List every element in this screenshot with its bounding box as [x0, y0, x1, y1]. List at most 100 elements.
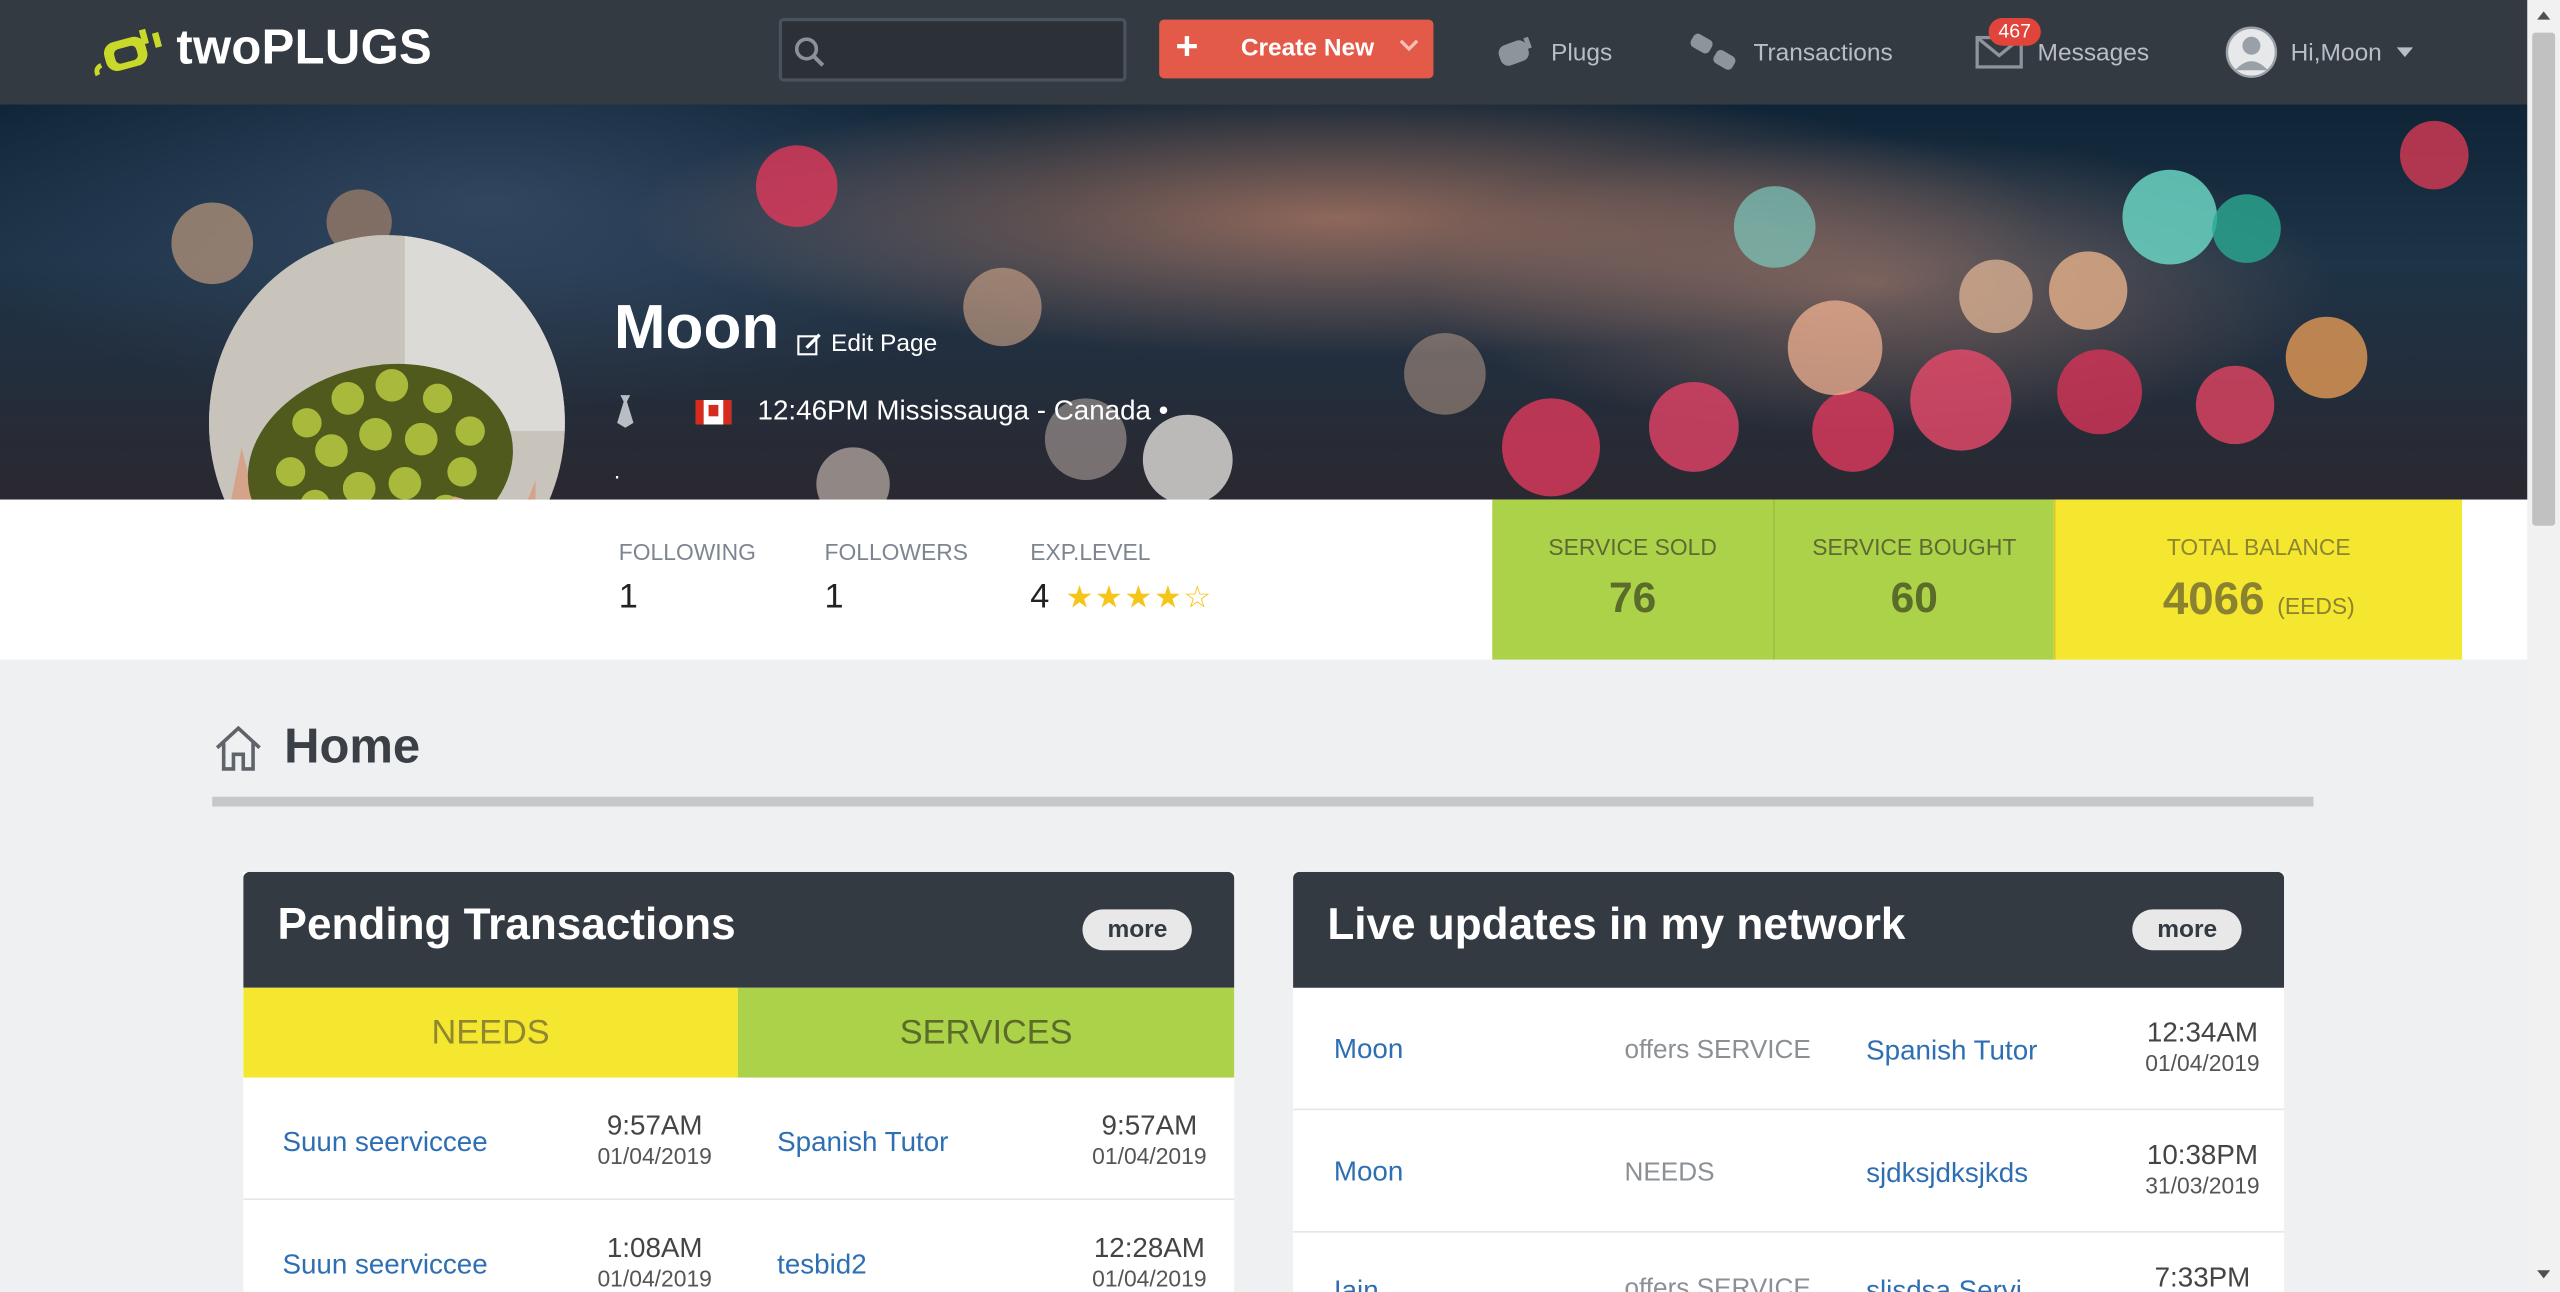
update-action: offers SERVICE [1624, 1275, 1811, 1292]
following-stat[interactable]: FOLLOWING 1 [619, 539, 756, 617]
stats-bar: FOLLOWING 1 FOLLOWERS 1 EXP.LEVEL 4 ★★★★☆… [0, 499, 2528, 660]
service-date: 01/04/2019 [1092, 1142, 1207, 1169]
transactions-icon [1690, 33, 1736, 70]
live-more-button[interactable]: more [2132, 909, 2242, 951]
service-time-value: 12:28AM [1093, 1232, 1205, 1264]
live-title: Live updates in my network [1327, 899, 1906, 949]
create-new-button[interactable]: + Create New [1159, 19, 1434, 79]
nav-messages-label: Messages [2037, 38, 2150, 67]
live-header: Live updates in my network more [1293, 871, 2285, 988]
total-balance-box: TOTAL BALANCE 4066 (EEDS) [2053, 499, 2463, 660]
tie-icon [617, 395, 634, 428]
service-sold-box: SERVICE SOLD 76 [1492, 499, 1774, 660]
scrollbar-thumb[interactable] [2532, 32, 2556, 526]
need-date: 01/04/2019 [597, 1142, 712, 1169]
home-divider [212, 796, 2314, 807]
service-sold-label: SERVICE SOLD [1548, 533, 1717, 560]
exp-level-stat: EXP.LEVEL 4 ★★★★☆ [1030, 539, 1213, 617]
profile-name: Moon [613, 293, 780, 363]
need-time: 9:57AM 01/04/2019 [589, 1111, 720, 1171]
update-item[interactable]: Spanish Tutor [1866, 1035, 2037, 1068]
nav-plugs-label: Plugs [1551, 38, 1613, 67]
pending-row: Suun seerviccee 9:57AM 01/04/2019 Spanish… [243, 1078, 1235, 1200]
user-menu[interactable]: Hi,Moon [2225, 0, 2414, 104]
update-user[interactable]: Moon [1334, 1156, 1403, 1189]
avatar-icon [2225, 26, 2278, 78]
balance-unit: (EEDS) [2277, 592, 2355, 619]
home-heading: Home [212, 720, 420, 776]
page-title: Home [284, 720, 421, 774]
search-input[interactable] [778, 17, 1127, 82]
service-date: 01/04/2019 [1092, 1265, 1207, 1292]
update-item[interactable]: sljsdsa Servi... [1866, 1275, 2045, 1292]
edit-page-label: Edit Page [831, 329, 938, 358]
pending-more-button[interactable]: more [1082, 909, 1192, 951]
update-action: offers SERVICE [1624, 1036, 1811, 1065]
profile-location: 12:46PM Mississauga - Canada • [757, 395, 1169, 427]
chevron-down-icon[interactable] [1396, 33, 1422, 59]
update-time-value: 7:33PM [2154, 1262, 2251, 1292]
update-time-value: 12:34AM [2146, 1017, 2258, 1049]
scroll-down-arrow-icon[interactable] [2527, 1262, 2560, 1288]
update-date: 01/04/2019 [2145, 1049, 2260, 1076]
nav-messages[interactable]: Messages [1975, 0, 2150, 104]
service-bought-value: 60 [1890, 573, 1938, 623]
pending-header: Pending Transactions more [243, 871, 1235, 988]
search-icon [794, 37, 825, 67]
create-new-label: Create New [1240, 34, 1375, 63]
update-user[interactable]: Moon [1334, 1033, 1403, 1066]
total-balance-row: 4066 (EEDS) [2056, 573, 2463, 625]
tab-services[interactable]: SERVICES [737, 987, 1235, 1078]
home-icon [215, 725, 261, 771]
update-row: Moon offers SERVICE Spanish Tutor 12:34A… [1293, 988, 2285, 1111]
service-bought-label: SERVICE BOUGHT [1812, 533, 2017, 560]
need-time-value: 1:08AM [606, 1232, 703, 1264]
nav-plugs[interactable]: Plugs [1492, 0, 1612, 104]
star-rating: ★★★★☆ [1065, 581, 1213, 616]
update-time: 10:38PM 31/03/2019 [2137, 1140, 2268, 1200]
edit-page-link[interactable]: Edit Page [797, 330, 937, 358]
exp-level-value: 4 ★★★★☆ [1030, 578, 1213, 617]
update-action: NEEDS [1624, 1159, 1715, 1187]
pending-transactions-panel: Pending Transactions more NEEDS SERVICES… [243, 871, 1235, 1292]
pending-row: Suun seerviccee 1:08AM 01/04/2019 tesbid2… [243, 1200, 1234, 1292]
total-balance-value: 4066 [2162, 573, 2265, 624]
page-scrollbar[interactable] [2527, 0, 2560, 1292]
service-link[interactable]: tesbid2 [777, 1249, 867, 1282]
followers-label: FOLLOWERS [824, 538, 969, 565]
logo[interactable]: twoPLUGS [91, 20, 432, 79]
top-navbar: twoPLUGS + Create New Plugs Transactions… [0, 0, 2528, 105]
caret-down-icon [2396, 47, 2413, 58]
update-row: Moon NEEDS sjdksjdksjkds 10:38PM 31/03/20… [1293, 1110, 2285, 1233]
need-link[interactable]: Suun seerviccee [282, 1249, 487, 1282]
tab-needs[interactable]: NEEDS [243, 987, 738, 1078]
total-balance-label: TOTAL BALANCE [2166, 533, 2351, 560]
need-link[interactable]: Suun seerviccee [282, 1127, 487, 1160]
live-updates-panel: Live updates in my network more Moon off… [1293, 871, 2285, 1292]
edit-icon [797, 332, 821, 355]
update-time: 12:34AM 01/04/2019 [2137, 1017, 2268, 1078]
exp-level-number: 4 [1030, 577, 1050, 616]
service-time: 12:28AM 01/04/2019 [1079, 1232, 1219, 1292]
service-link[interactable]: Spanish Tutor [777, 1127, 948, 1160]
followers-count: 1 [824, 577, 844, 616]
user-greeting: Hi,Moon [2290, 38, 2382, 67]
nav-transactions-label: Transactions [1753, 38, 1893, 67]
logo-text: twoPLUGS [176, 21, 433, 76]
nav-transactions[interactable]: Transactions [1688, 0, 1893, 104]
plus-icon: + [1175, 24, 1199, 69]
update-item[interactable]: sjdksjdksjkds [1866, 1158, 2028, 1191]
update-row: Iain offers SERVICE sljsdsa Servi... 7:3… [1293, 1233, 2284, 1292]
scroll-up-arrow-icon[interactable] [2527, 3, 2560, 29]
following-label: FOLLOWING [618, 538, 756, 565]
followers-stat[interactable]: FOLLOWERS 1 [824, 539, 968, 617]
service-bought-box: SERVICE BOUGHT 60 [1773, 499, 2054, 660]
need-date: 01/04/2019 [597, 1265, 712, 1292]
update-user[interactable]: Iain [1334, 1275, 1379, 1292]
plug-logo-icon [94, 28, 163, 77]
service-time: 9:57AM 01/04/2019 [1084, 1111, 1215, 1171]
exp-level-label: EXP.LEVEL [1030, 538, 1151, 565]
messages-count-badge: 467 [1988, 17, 2041, 46]
plug-icon [1498, 36, 1532, 66]
pending-title: Pending Transactions [277, 899, 736, 949]
